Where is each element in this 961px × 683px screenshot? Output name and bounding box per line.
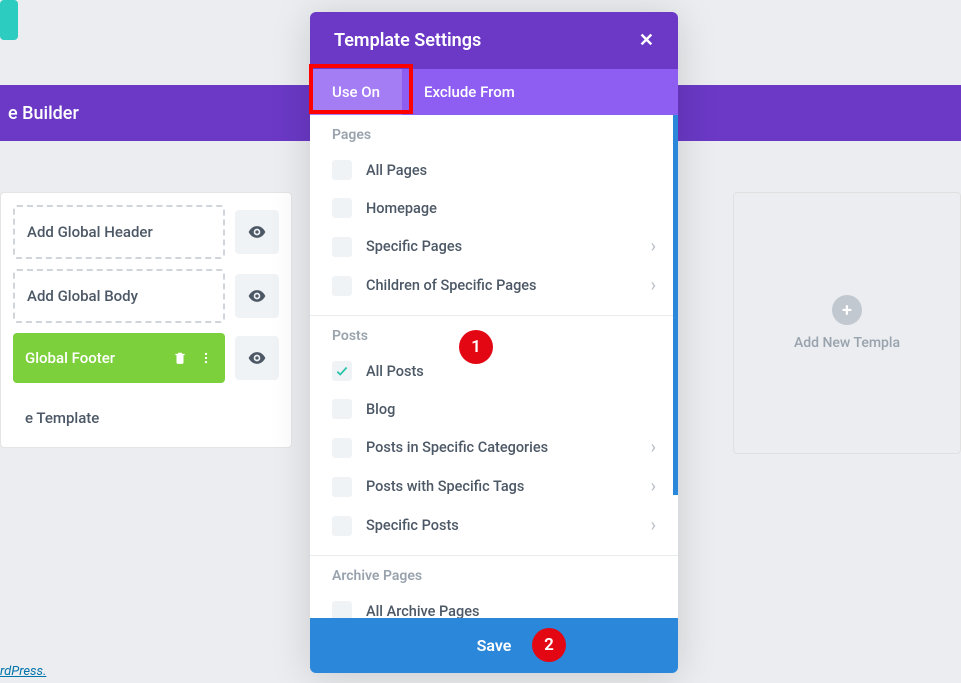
option-label: All Archive Pages <box>366 603 656 619</box>
layer-footer-label: Global Footer <box>25 349 115 367</box>
save-button[interactable]: Save <box>310 618 678 673</box>
layer-footer-row: Global Footer <box>13 333 279 383</box>
option-label: All Pages <box>366 162 656 179</box>
visibility-toggle-body[interactable] <box>235 274 279 318</box>
chevron-right-icon: › <box>651 437 656 458</box>
option-all-archive[interactable]: All Archive Pages <box>332 592 656 618</box>
option-posts-categories[interactable]: Posts in Specific Categories › <box>332 428 656 467</box>
section-posts: Posts All Posts Blog Posts in Specific C… <box>310 316 678 556</box>
option-specific-pages[interactable]: Specific Pages › <box>332 227 656 266</box>
plus-icon: + <box>832 295 862 325</box>
option-specific-posts[interactable]: Specific Posts › <box>332 506 656 545</box>
checkbox[interactable] <box>332 276 352 296</box>
layer-header-row: Add Global Header <box>13 205 279 259</box>
section-pages: Pages All Pages Homepage Specific Pages ›… <box>310 115 678 316</box>
modal-header: Template Settings ✕ <box>310 12 678 69</box>
checkbox[interactable] <box>332 438 352 458</box>
chevron-right-icon: › <box>651 275 656 296</box>
global-footer[interactable]: Global Footer <box>13 333 225 383</box>
builder-title: e Builder <box>8 103 79 124</box>
option-label: All Posts <box>366 363 656 380</box>
add-global-header[interactable]: Add Global Header <box>13 205 225 259</box>
layer-body-label: Add Global Body <box>27 287 138 305</box>
option-label: Posts in Specific Categories <box>366 439 637 456</box>
tab-use-on[interactable]: Use On <box>310 69 402 115</box>
section-archive: Archive Pages All Archive Pages All Auth… <box>310 556 678 618</box>
checkbox[interactable] <box>332 160 352 180</box>
scrollbar[interactable] <box>673 115 678 495</box>
layers-panel: Add Global Header Add Global Body Global… <box>0 192 292 448</box>
wordpress-link[interactable]: rdPress. <box>0 664 46 679</box>
option-all-pages[interactable]: All Pages <box>332 151 656 189</box>
option-label: Specific Posts <box>366 517 637 534</box>
option-homepage[interactable]: Homepage <box>332 189 656 227</box>
option-posts-tags[interactable]: Posts with Specific Tags › <box>332 467 656 506</box>
modal-body: Pages All Pages Homepage Specific Pages ›… <box>310 115 678 618</box>
option-all-posts[interactable]: All Posts <box>332 352 656 390</box>
option-label: Specific Pages <box>366 238 637 255</box>
add-template-card[interactable]: + Add New Templa <box>733 192 961 454</box>
layer-header-label: Add Global Header <box>27 223 153 241</box>
eye-icon <box>247 286 267 306</box>
checkbox[interactable] <box>332 477 352 497</box>
modal-title: Template Settings <box>334 30 481 51</box>
option-label: Posts with Specific Tags <box>366 478 637 495</box>
option-blog[interactable]: Blog <box>332 390 656 428</box>
checkbox[interactable] <box>332 237 352 257</box>
footer-actions <box>173 351 213 365</box>
visibility-toggle-header[interactable] <box>235 210 279 254</box>
check-icon <box>335 364 349 378</box>
option-label: Children of Specific Pages <box>366 277 637 294</box>
visibility-toggle-footer[interactable] <box>235 336 279 380</box>
add-global-body[interactable]: Add Global Body <box>13 269 225 323</box>
more-icon[interactable] <box>199 351 213 365</box>
checkbox[interactable] <box>332 399 352 419</box>
option-label: Blog <box>366 401 656 418</box>
section-posts-title: Posts <box>332 328 656 344</box>
trash-icon[interactable] <box>173 351 187 365</box>
option-label: Homepage <box>366 200 656 217</box>
close-icon[interactable]: ✕ <box>639 30 654 51</box>
eye-icon <box>247 348 267 368</box>
checkbox-checked[interactable] <box>332 361 352 381</box>
tab-exclude-from[interactable]: Exclude From <box>402 69 537 115</box>
chevron-right-icon: › <box>651 476 656 497</box>
section-archive-title: Archive Pages <box>332 568 656 584</box>
section-pages-title: Pages <box>332 127 656 143</box>
layer-body-row: Add Global Body <box>13 269 279 323</box>
option-children-pages[interactable]: Children of Specific Pages › <box>332 266 656 305</box>
add-template-label: Add New Templa <box>794 335 900 351</box>
eye-icon <box>247 222 267 242</box>
chevron-right-icon: › <box>651 236 656 257</box>
checkbox[interactable] <box>332 198 352 218</box>
template-settings-modal: Template Settings ✕ Use On Exclude From … <box>310 12 678 673</box>
checkbox[interactable] <box>332 516 352 536</box>
chevron-right-icon: › <box>651 515 656 536</box>
checkbox[interactable] <box>332 601 352 618</box>
template-label: e Template <box>13 393 279 435</box>
modal-tabs: Use On Exclude From <box>310 69 678 115</box>
teal-corner-tag <box>0 0 18 40</box>
